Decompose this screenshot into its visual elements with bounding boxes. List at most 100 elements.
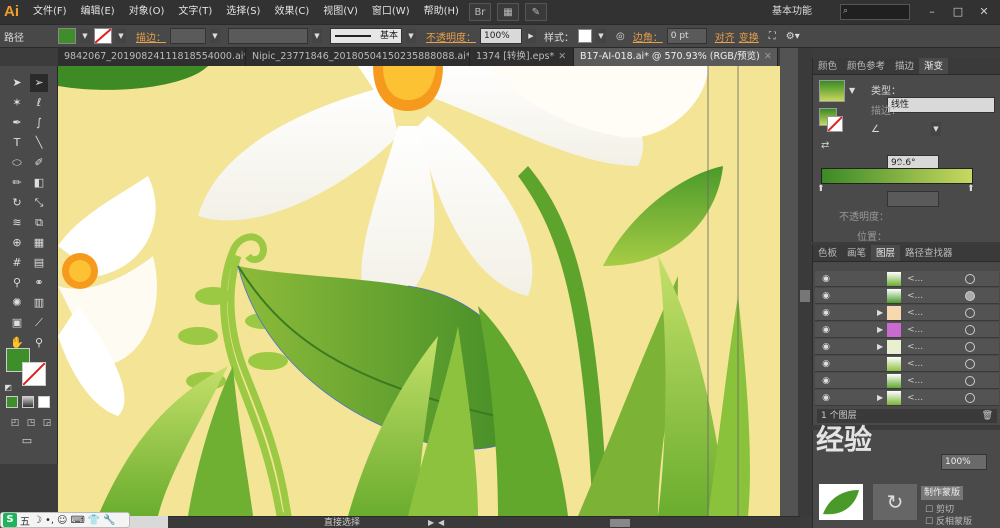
make-mask-button[interactable]: 制作蒙版: [921, 486, 964, 500]
free-transform-tool-icon[interactable]: ⧉: [30, 214, 48, 232]
paintbrush-tool-icon[interactable]: ✐: [30, 154, 48, 172]
column-graph-tool-icon[interactable]: ▥: [30, 294, 48, 312]
menu-window[interactable]: 窗口(W): [365, 0, 417, 24]
close-icon[interactable]: ✕: [558, 51, 566, 62]
minimize-button[interactable]: –: [920, 4, 944, 20]
target-icon[interactable]: [965, 308, 975, 318]
eraser-tool-icon[interactable]: ◧: [30, 174, 48, 192]
screen-mode-icon[interactable]: ▭: [18, 432, 36, 450]
gradient-slider[interactable]: [821, 168, 973, 184]
eye-icon[interactable]: ◉: [820, 273, 832, 285]
gradient-stroke-box[interactable]: [827, 116, 843, 132]
brush-definition[interactable]: 基本: [330, 28, 402, 44]
opacity-field[interactable]: 100%: [480, 28, 522, 44]
eye-icon[interactable]: ◉: [820, 392, 832, 404]
align-link[interactable]: 对齐: [715, 29, 735, 44]
tab-gradient[interactable]: 渐变: [919, 58, 949, 74]
pen-tool-icon[interactable]: ✒: [8, 114, 26, 132]
width-tool-icon[interactable]: ≋: [8, 214, 26, 232]
transform-link[interactable]: 变换: [739, 29, 759, 44]
zoom-tool-icon[interactable]: ⚲: [30, 334, 48, 352]
scale-tool-icon[interactable]: ⤡: [30, 194, 48, 212]
list-item[interactable]: ◉ <...: [815, 373, 999, 389]
eye-icon[interactable]: ◉: [820, 324, 832, 336]
opacity-label[interactable]: 不透明度：: [426, 29, 476, 44]
panel-menu-icon[interactable]: ⚙▾: [786, 31, 800, 42]
rotate-tool-icon[interactable]: ↻: [8, 194, 26, 212]
mesh-tool-icon[interactable]: #: [8, 254, 26, 272]
gradient-stop-left-icon[interactable]: ⬆: [817, 184, 825, 194]
chevron-down-icon[interactable]: ▼: [80, 29, 90, 43]
expand-arrow-icon[interactable]: ▶: [877, 322, 883, 338]
scrollbar-thumb[interactable]: [800, 290, 810, 302]
eye-icon[interactable]: ◉: [820, 307, 832, 319]
close-button[interactable]: ✕: [972, 4, 996, 20]
tab-doc-active[interactable]: B17-AI-018.ai* @ 570.93% (RGB/预览) ✕: [574, 48, 778, 66]
none-mode-icon[interactable]: [38, 396, 50, 408]
stroke-label[interactable]: 描边：: [136, 29, 166, 44]
menu-effect[interactable]: 效果(C): [267, 0, 316, 24]
magic-wand-tool-icon[interactable]: ✶: [8, 94, 26, 112]
stroke-color-box[interactable]: [22, 362, 46, 386]
layer-name[interactable]: <...: [907, 288, 923, 304]
eye-icon[interactable]: ◉: [820, 375, 832, 387]
target-icon[interactable]: [965, 359, 975, 369]
direct-selection-tool-icon[interactable]: ➢: [30, 74, 48, 92]
layer-name[interactable]: <...: [907, 356, 923, 372]
stroke-weight-field[interactable]: [170, 28, 206, 44]
vertical-scrollbar[interactable]: [798, 48, 812, 516]
chevron-right-icon[interactable]: ▶: [526, 29, 536, 43]
draw-inside-icon[interactable]: ◲: [38, 414, 56, 432]
gradient-thumbnail[interactable]: [819, 80, 845, 102]
mask-thumbnail[interactable]: ↻: [873, 484, 917, 520]
tab-brushes[interactable]: 画笔: [842, 245, 871, 261]
curvature-tool-icon[interactable]: ∫: [30, 114, 48, 132]
workspace-switcher[interactable]: 基本功能: [772, 3, 812, 21]
type-tool-icon[interactable]: T: [8, 134, 26, 152]
bridge-button[interactable]: Br: [468, 3, 491, 21]
menu-edit[interactable]: 编辑(E): [74, 0, 122, 24]
layer-name[interactable]: <...: [907, 373, 923, 389]
menu-help[interactable]: 帮助(H): [417, 0, 466, 24]
gradient-stop-right-icon[interactable]: ⬆: [967, 184, 975, 194]
eyedropper-tool-icon[interactable]: ⚲: [8, 274, 26, 292]
tab-color-guide[interactable]: 颜色参考: [842, 58, 890, 74]
variable-width-profile[interactable]: [228, 28, 308, 44]
chevron-down-icon[interactable]: ▼: [849, 86, 855, 95]
moon-icon[interactable]: ☽: [33, 515, 42, 526]
list-item[interactable]: ◉ ▶ <...: [815, 339, 999, 355]
maximize-button[interactable]: □: [946, 4, 970, 20]
tab-color[interactable]: 颜色: [813, 58, 842, 74]
tab-doc-1[interactable]: 9842067_20190824111818554000.ai*✕: [58, 48, 246, 66]
menu-file[interactable]: 文件(F): [26, 0, 74, 24]
corner-label[interactable]: 边角：: [633, 29, 663, 44]
ime-mode[interactable]: 五: [20, 513, 30, 528]
line-tool-icon[interactable]: ╲: [30, 134, 48, 152]
tab-layers[interactable]: 图层: [871, 245, 901, 261]
list-item[interactable]: ◉ ▶ <...: [815, 305, 999, 321]
gradient-tool-icon[interactable]: ▤: [30, 254, 48, 272]
skin-icon[interactable]: 👕: [88, 515, 100, 526]
default-colors-icon[interactable]: ◩: [2, 382, 14, 394]
list-item[interactable]: ◉ ▶ <...: [815, 322, 999, 338]
chevron-right-icon[interactable]: ▶: [428, 517, 434, 528]
eye-icon[interactable]: ◉: [820, 358, 832, 370]
color-mode-icon[interactable]: [6, 396, 18, 408]
ime-logo-icon[interactable]: S: [3, 513, 17, 527]
tab-stroke[interactable]: 描边: [890, 58, 919, 74]
fill-swatch[interactable]: [58, 28, 76, 44]
eye-icon[interactable]: ◉: [820, 341, 832, 353]
target-icon[interactable]: [965, 274, 975, 284]
menu-select[interactable]: 选择(S): [219, 0, 267, 24]
tab-swatches[interactable]: 色板: [813, 245, 842, 261]
horizontal-scroll-thumb[interactable]: [610, 519, 630, 527]
stroke-swatch[interactable]: [94, 28, 112, 44]
chevron-down-icon[interactable]: ▼: [596, 29, 606, 43]
target-icon[interactable]: [965, 342, 975, 352]
perspective-grid-tool-icon[interactable]: ▦: [30, 234, 48, 252]
target-icon[interactable]: [965, 325, 975, 335]
reverse-gradient-icon[interactable]: ⇄: [821, 140, 829, 151]
pencil-tool-icon[interactable]: ✏: [8, 174, 26, 192]
selection-tool-icon[interactable]: ➤: [8, 74, 26, 92]
wrench-icon[interactable]: 🔧: [103, 515, 115, 526]
